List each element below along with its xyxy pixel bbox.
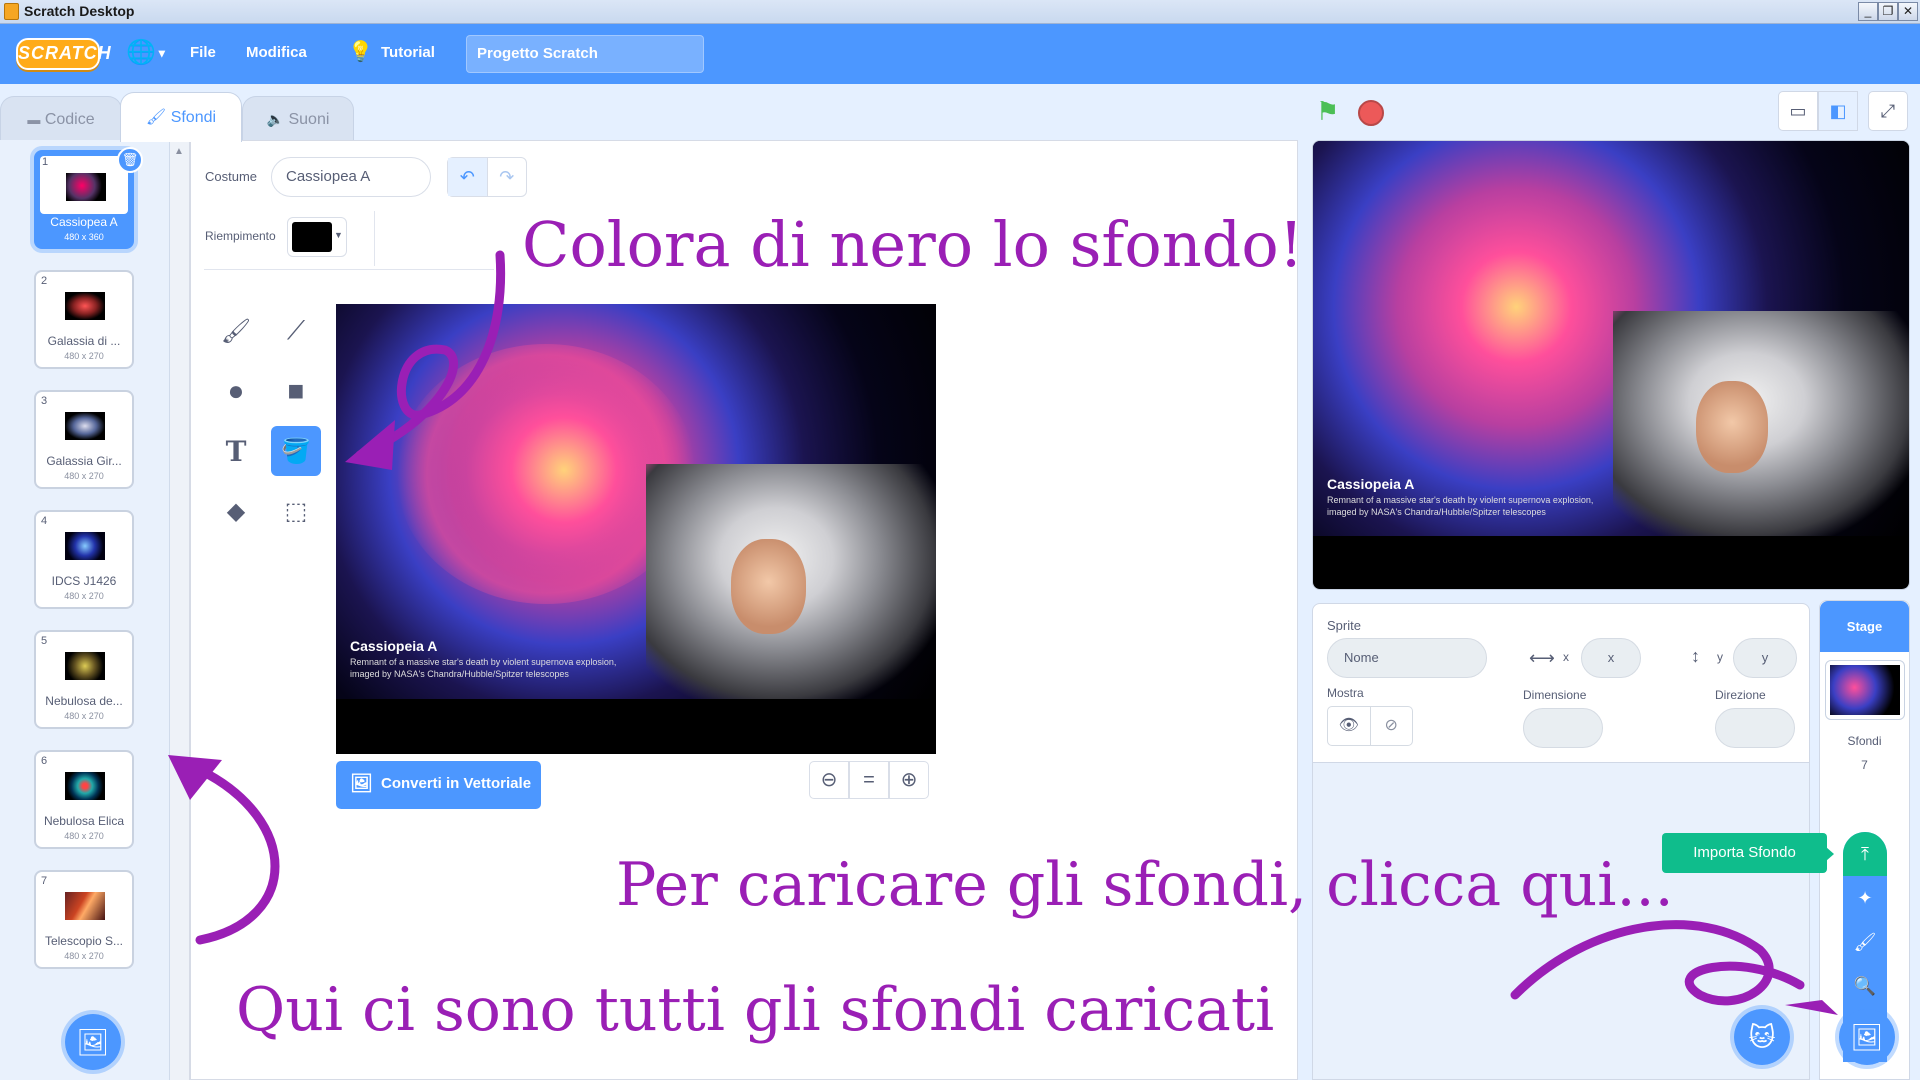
- arrowhead-fill-tool: [345, 420, 395, 470]
- tab-backdrops-label: Sfondi: [170, 109, 217, 126]
- tab-backdrops[interactable]: 🖌 Sfondi: [120, 92, 242, 142]
- arrow-to-fill-tool: [355, 250, 506, 460]
- annotation-arrows: [168, 250, 1838, 1015]
- brush-icon: 🖌: [145, 109, 167, 126]
- arrow-to-backdrop-button: [1510, 920, 1805, 1006]
- arrow-to-backdrop-list: [195, 765, 280, 945]
